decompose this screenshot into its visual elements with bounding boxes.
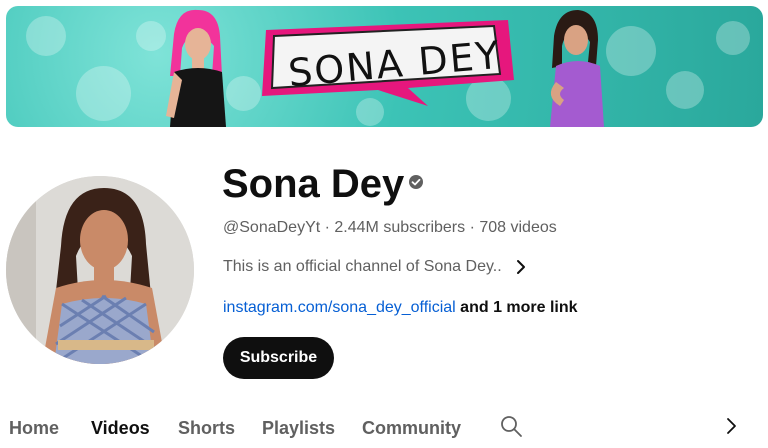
verified-check-icon xyxy=(409,175,423,189)
channel-links: instagram.com/sona_dey_official and 1 mo… xyxy=(223,299,578,317)
more-links-button[interactable]: and 1 more link xyxy=(460,299,577,316)
tab-shorts[interactable]: Shorts xyxy=(178,418,235,439)
channel-description-text: This is an official channel of Sona Dey.… xyxy=(223,258,502,275)
banner-person-right xyxy=(550,10,604,127)
chevron-right-icon[interactable] xyxy=(722,416,740,436)
banner-logo: SONA DEY xyxy=(258,18,520,106)
channel-banner: SONA DEY xyxy=(6,6,763,127)
tab-community[interactable]: Community xyxy=(362,418,461,439)
subscriber-count: 2.44M subscribers xyxy=(334,219,466,236)
channel-meta: @SonaDeyYt · 2.44M subscribers · 708 vid… xyxy=(223,219,557,237)
video-count: 708 videos xyxy=(479,219,557,236)
tab-home[interactable]: Home xyxy=(9,418,59,439)
channel-handle: @SonaDeyYt xyxy=(223,219,321,236)
instagram-link[interactable]: instagram.com/sona_dey_official xyxy=(223,299,456,316)
chevron-right-icon[interactable] xyxy=(516,259,526,275)
banner-person-left xyxy=(166,9,226,127)
channel-tabs: Home Videos Shorts Playlists Community xyxy=(0,404,768,448)
search-icon[interactable] xyxy=(499,414,523,438)
channel-name: Sona Dey xyxy=(222,162,405,206)
meta-separator: · xyxy=(465,219,480,236)
channel-avatar[interactable] xyxy=(6,176,194,364)
meta-separator: · xyxy=(320,219,335,236)
subscribe-button[interactable]: Subscribe xyxy=(223,337,334,379)
tab-playlists[interactable]: Playlists xyxy=(262,418,335,439)
channel-description[interactable]: This is an official channel of Sona Dey.… xyxy=(223,258,526,276)
tab-videos[interactable]: Videos xyxy=(91,418,150,439)
